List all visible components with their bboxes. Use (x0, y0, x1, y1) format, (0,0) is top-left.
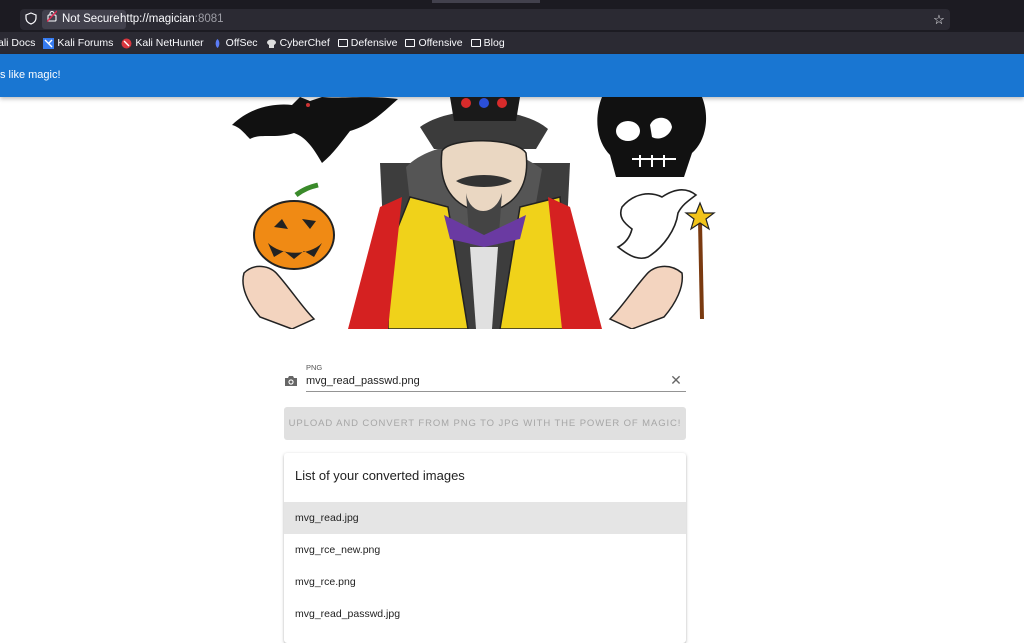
dove-image (616, 189, 698, 260)
magician-illustration (230, 97, 720, 329)
url-port: :8081 (194, 13, 224, 25)
not-secure-badge[interactable]: Not Secure (42, 10, 126, 29)
folder-icon (405, 39, 416, 47)
file-input-underline (306, 391, 686, 392)
skull-image (597, 97, 707, 177)
file-input-label: PNG (306, 363, 323, 372)
wand-image (684, 201, 716, 320)
offsec-icon (212, 38, 223, 49)
bookmark-offsec[interactable]: OffSec (212, 37, 258, 49)
app-title: s like magic! (0, 69, 61, 81)
insecure-lock-icon (46, 10, 59, 29)
list-item[interactable]: mvg_rce_new.png (284, 534, 686, 566)
bookmark-label: Blog (483, 37, 505, 49)
list-item[interactable]: mvg_read.jpg (284, 502, 686, 534)
list-item[interactable]: mvg_read_passwd.jpg (284, 598, 686, 630)
clear-file-icon[interactable]: ✕ (669, 373, 683, 387)
not-secure-label: Not Secure (62, 13, 120, 25)
bookmark-label: Defensive (350, 37, 398, 49)
bookmark-label: ali Docs (0, 37, 36, 49)
file-input-value[interactable]: mvg_read_passwd.png (306, 375, 420, 387)
nethunter-icon (121, 38, 132, 49)
kali-forums-icon (43, 37, 55, 49)
bookmark-folder-defensive[interactable]: Defensive (337, 37, 398, 49)
list-item[interactable]: mvg_rce.png (284, 566, 686, 598)
bookmarks-toolbar: ali Docs Kali Forums Kali NetHunter OffS… (0, 32, 1024, 54)
bookmark-kali-forums[interactable]: Kali Forums (43, 37, 113, 49)
folder-icon (470, 39, 481, 47)
converted-images-title: List of your converted images (295, 468, 465, 483)
app-bar: s like magic! (0, 54, 1024, 97)
bookmark-label: Kali NetHunter (135, 37, 204, 49)
camera-icon[interactable] (284, 374, 300, 388)
folder-icon (337, 39, 348, 47)
bookmark-star-icon[interactable]: ☆ (931, 10, 947, 29)
upload-convert-button[interactable]: Upload and convert from PNG to JPG with … (284, 407, 686, 440)
bookmark-cyberchef[interactable]: CyberChef (266, 37, 330, 49)
bat-image (232, 97, 398, 163)
active-tab-edge[interactable] (432, 0, 540, 3)
bookmark-label: CyberChef (279, 37, 330, 49)
bookmark-label: Offensive (418, 37, 463, 49)
cyberchef-icon (266, 38, 277, 49)
url-text[interactable]: http://magician:8081 (120, 10, 224, 29)
pumpkin-image (253, 182, 335, 270)
bookmark-kali-nethunter[interactable]: Kali NetHunter (121, 37, 204, 49)
bookmark-label: OffSec (225, 37, 258, 49)
tracking-shield-icon[interactable] (25, 12, 39, 26)
url-host: http://magician (120, 13, 195, 25)
bookmark-label: Kali Forums (57, 37, 114, 49)
bookmark-kali-docs[interactable]: ali Docs (0, 37, 35, 49)
bookmark-folder-blog[interactable]: Blog (470, 37, 505, 49)
bookmark-folder-offensive[interactable]: Offensive (405, 37, 463, 49)
converted-images-card: List of your converted images mvg_read.j… (284, 453, 686, 643)
